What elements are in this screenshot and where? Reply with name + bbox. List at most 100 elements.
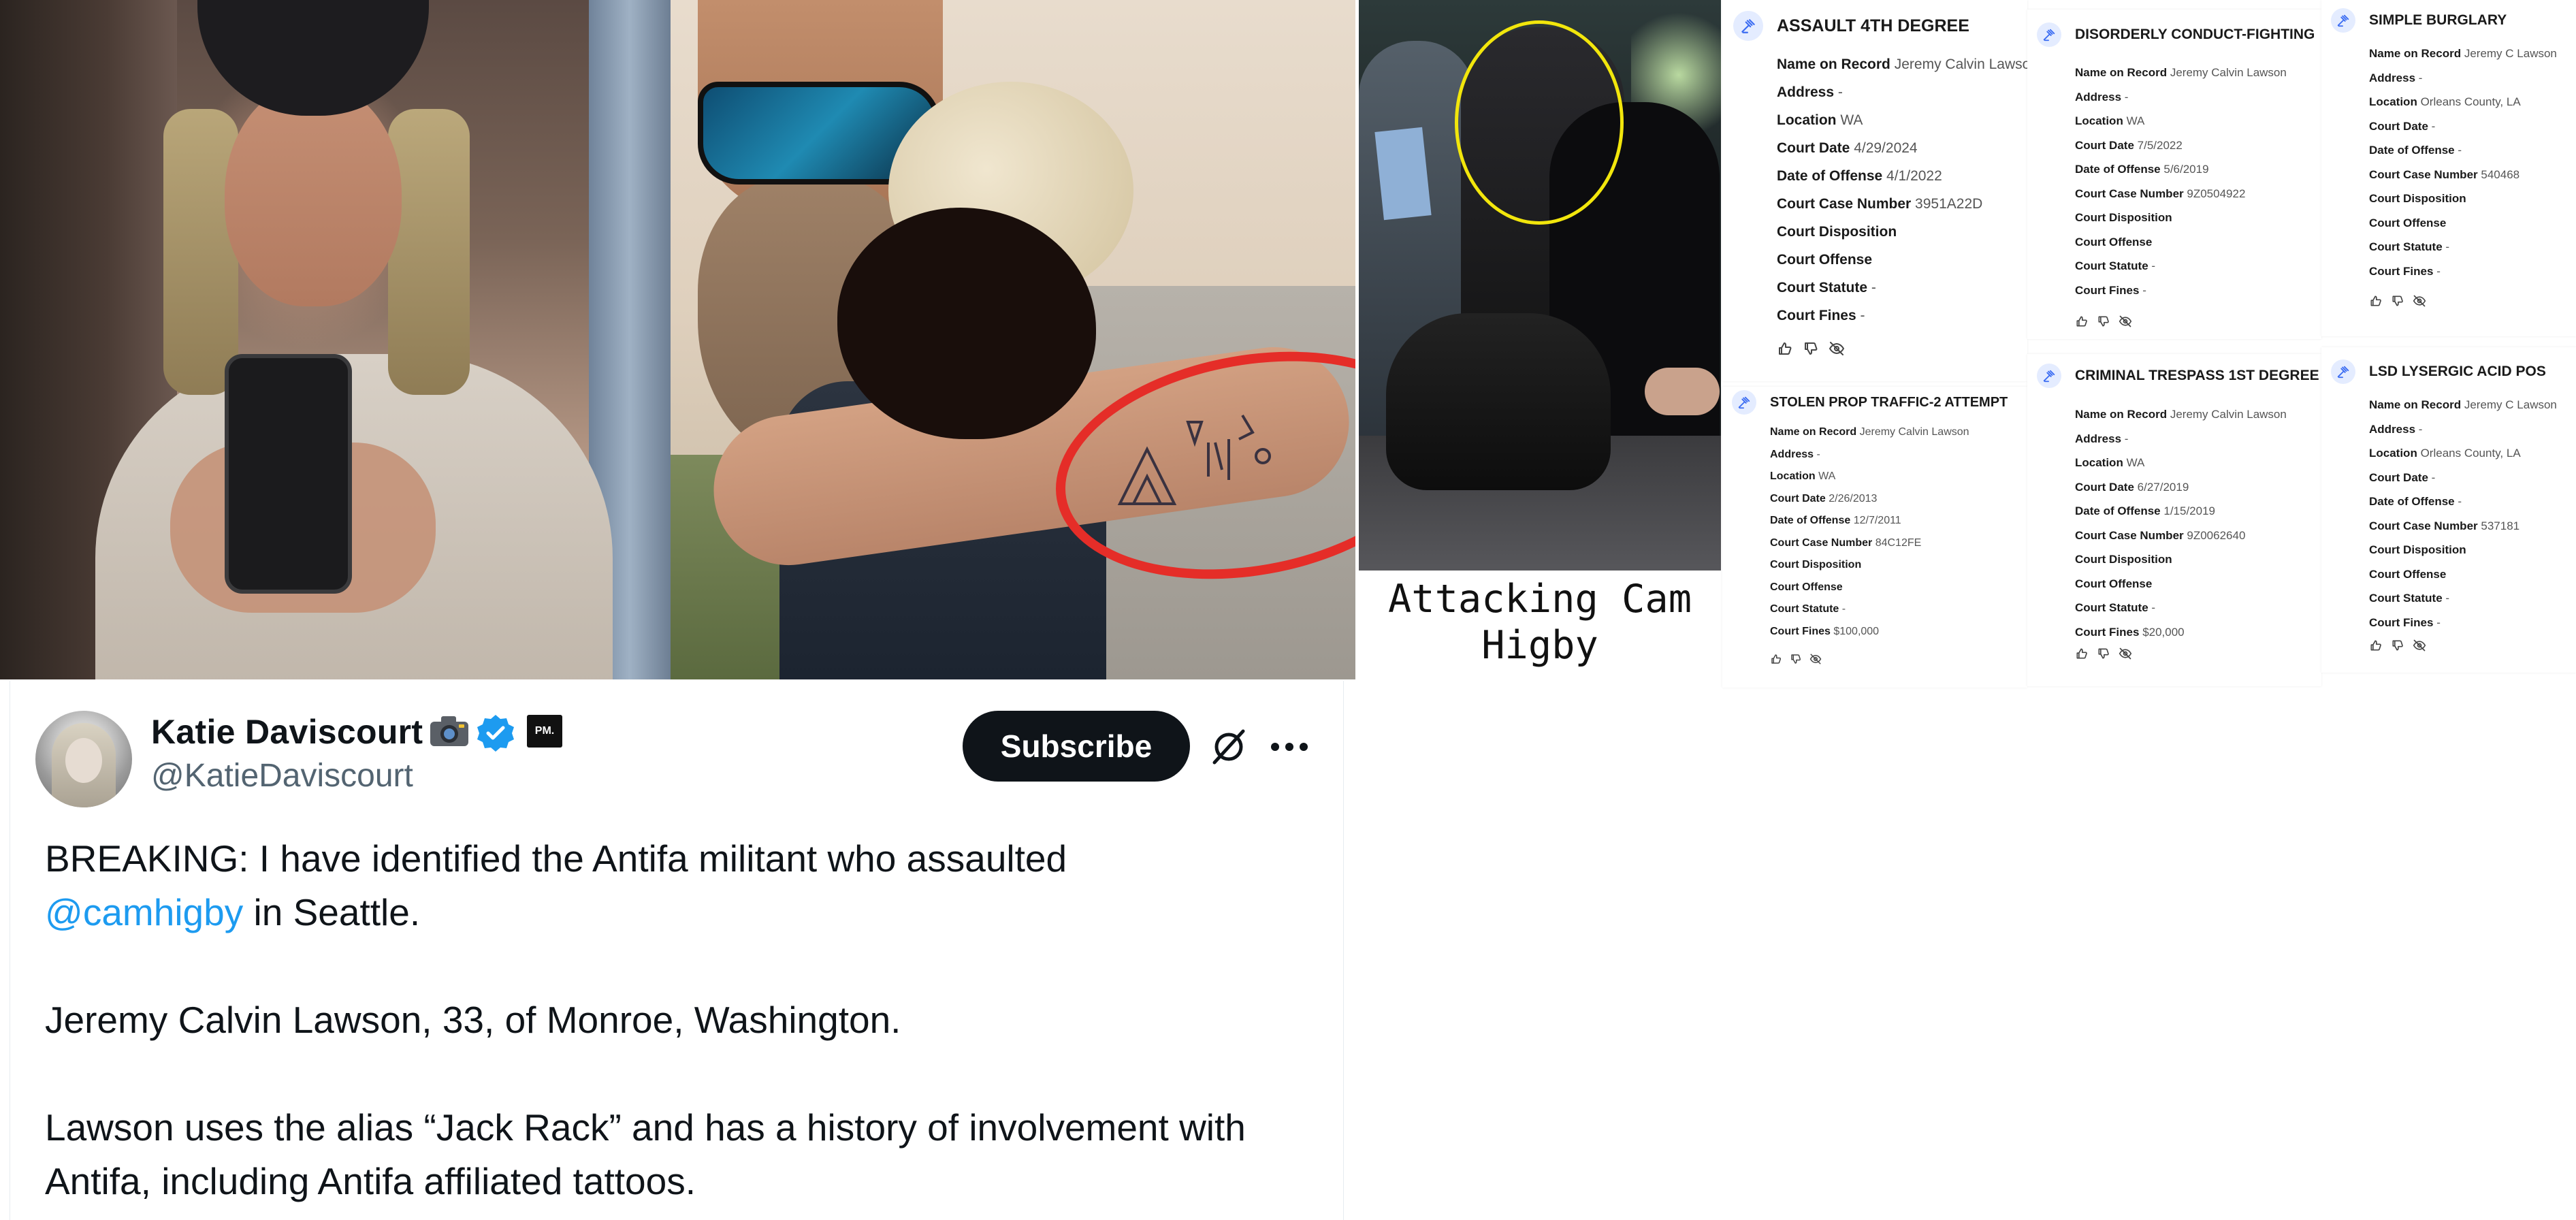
record-field-label: Name on Record	[2369, 398, 2462, 411]
hide-icon[interactable]	[2413, 639, 2426, 652]
thumbs-up-icon[interactable]	[2075, 647, 2089, 660]
tweet-text-line-4: Lawson uses the alias “Jack Rack” and ha…	[45, 1106, 1246, 1149]
gavel-icon-badge	[2037, 22, 2061, 47]
record-field-label: Court Fines	[2369, 264, 2434, 278]
hide-icon[interactable]	[1809, 653, 1822, 665]
thumbs-up-icon[interactable]	[2369, 639, 2383, 652]
record-field-label: Court Offense	[2369, 567, 2447, 581]
thumbs-down-icon[interactable]	[2097, 315, 2110, 328]
record-field-label: Court Statute	[1777, 280, 1867, 295]
gavel-icon	[1738, 396, 1750, 409]
thumbs-up-icon[interactable]	[1777, 340, 1793, 357]
record-field-value: -	[2151, 601, 2156, 614]
thumbs-down-icon[interactable]	[2391, 639, 2404, 652]
record-field: Court Offense	[2369, 216, 2446, 230]
record-field-value: -	[1860, 308, 1865, 323]
tweet-text-line-5: Antifa, including Antifa affiliated tatt…	[45, 1160, 696, 1202]
record-title: SIMPLE BURGLARY	[2369, 12, 2507, 29]
thumbs-up-icon[interactable]	[2369, 294, 2383, 308]
grok-icon[interactable]	[1209, 727, 1249, 767]
record-field-value: -	[2418, 71, 2423, 84]
phone	[225, 354, 352, 594]
handle[interactable]: @KatieDaviscourt	[151, 757, 413, 794]
record-field: Court Offense	[1777, 252, 1872, 268]
tattoo-photo	[671, 0, 1355, 679]
record-field: Court Statute -	[2369, 592, 2449, 605]
record-field-label: Court Offense	[2075, 235, 2153, 248]
thumbs-up-icon[interactable]	[2075, 315, 2089, 328]
record-field-label: Court Offense	[1770, 581, 1843, 593]
court-record-card: CRIMINAL TRESPASS 1ST DEGREE Name on Reco…	[2027, 354, 2321, 686]
record-field: Court Fines -	[2075, 284, 2146, 298]
tweet-text-line-3: Jeremy Calvin Lawson, 33, of Monroe, Was…	[45, 999, 901, 1041]
thumbs-down-icon[interactable]	[1790, 653, 1802, 665]
record-field-value: $20,000	[2142, 625, 2185, 639]
protest-photo	[1359, 0, 1721, 571]
record-field-value: -	[1816, 448, 1820, 460]
record-field: Court Disposition	[2369, 192, 2466, 206]
hide-icon[interactable]	[2413, 294, 2426, 308]
record-field: Court Case Number 9Z0062640	[2075, 529, 2245, 543]
record-field-label: Court Statute	[2369, 240, 2443, 253]
record-field-label: Name on Record	[2075, 408, 2168, 421]
selfie-photo	[0, 0, 671, 679]
record-field-label: Court Fines	[2075, 625, 2140, 639]
record-field-label: Court Fines	[1770, 625, 1831, 637]
record-field-label: Address	[2075, 432, 2122, 445]
record-field: Court Date 4/29/2024	[1777, 140, 1918, 157]
record-field-value: -	[1837, 84, 1843, 100]
record-field: Court Case Number 84C12FE	[1770, 537, 1921, 549]
record-field-value: 540468	[2481, 167, 2520, 181]
more-icon[interactable]	[1270, 742, 1308, 752]
record-field-label: Date of Offense	[1777, 168, 1883, 184]
record-field: Court Fines -	[2369, 616, 2441, 630]
thumbs-down-icon[interactable]	[1803, 340, 1819, 357]
yellow-highlight-circle	[1455, 20, 1624, 225]
affiliate-badge[interactable]: PM.	[527, 715, 562, 748]
record-field-label: Court Statute	[2075, 259, 2148, 272]
record-field: Court Fines -	[2369, 265, 2441, 278]
display-name[interactable]: Katie Daviscourt	[151, 712, 423, 752]
record-field: Court Disposition	[2075, 553, 2172, 566]
record-field-label: Court Date	[1770, 492, 1826, 504]
thumbs-down-icon[interactable]	[2097, 647, 2110, 660]
record-field-value: -	[1841, 603, 1846, 615]
hide-icon[interactable]	[2119, 315, 2132, 328]
record-field: Address -	[2369, 71, 2422, 85]
subscribe-button[interactable]: Subscribe	[963, 711, 1190, 782]
record-field-value: 12/7/2011	[1853, 515, 1901, 526]
record-field-value: 84C12FE	[1875, 536, 1922, 549]
record-field-label: Court Date	[2075, 480, 2134, 494]
record-field: Address -	[2075, 91, 2128, 104]
hide-icon[interactable]	[1829, 340, 1845, 357]
record-field-label: Court Date	[2369, 119, 2428, 133]
record-field: Date of Offense 1/15/2019	[2075, 504, 2215, 518]
mention-link[interactable]: @camhigby	[45, 891, 243, 933]
record-field-label: Date of Offense	[2075, 504, 2161, 517]
avatar[interactable]	[35, 711, 132, 807]
record-field: Location Orleans County, LA	[2369, 447, 2521, 460]
thumbs-up-icon[interactable]	[1770, 653, 1782, 665]
gavel-icon-badge	[1732, 390, 1756, 415]
record-field-value: 537181	[2481, 519, 2520, 532]
camera-emoji-icon	[430, 716, 468, 746]
thumbs-down-icon[interactable]	[2391, 294, 2404, 308]
record-field: Court Offense	[1770, 581, 1843, 594]
record-field-value: Jeremy Calvin Lawson	[2170, 408, 2287, 421]
record-field-label: Court Disposition	[1770, 559, 1862, 571]
record-actions	[1770, 653, 1822, 665]
photo-caption: Attacking Cam Higby	[1359, 571, 1721, 673]
gavel-icon-badge	[1733, 11, 1763, 41]
record-field: Address -	[1770, 449, 1820, 461]
record-field-label: Court Date	[2369, 470, 2428, 484]
gavel-icon	[2337, 14, 2349, 27]
hide-icon[interactable]	[2119, 647, 2132, 660]
tweet-text-line-1: BREAKING: I have identified the Antifa m…	[45, 837, 1067, 880]
record-field-label: Name on Record	[2075, 66, 2168, 79]
record-field: Location WA	[2075, 456, 2144, 470]
record-field: Address -	[1777, 84, 1843, 101]
record-field-label: Court Case Number	[2075, 187, 2184, 200]
record-field: Court Statute -	[2075, 601, 2155, 615]
record-field: Court Case Number 9Z0504922	[2075, 187, 2245, 201]
record-field-value: -	[2142, 283, 2146, 297]
